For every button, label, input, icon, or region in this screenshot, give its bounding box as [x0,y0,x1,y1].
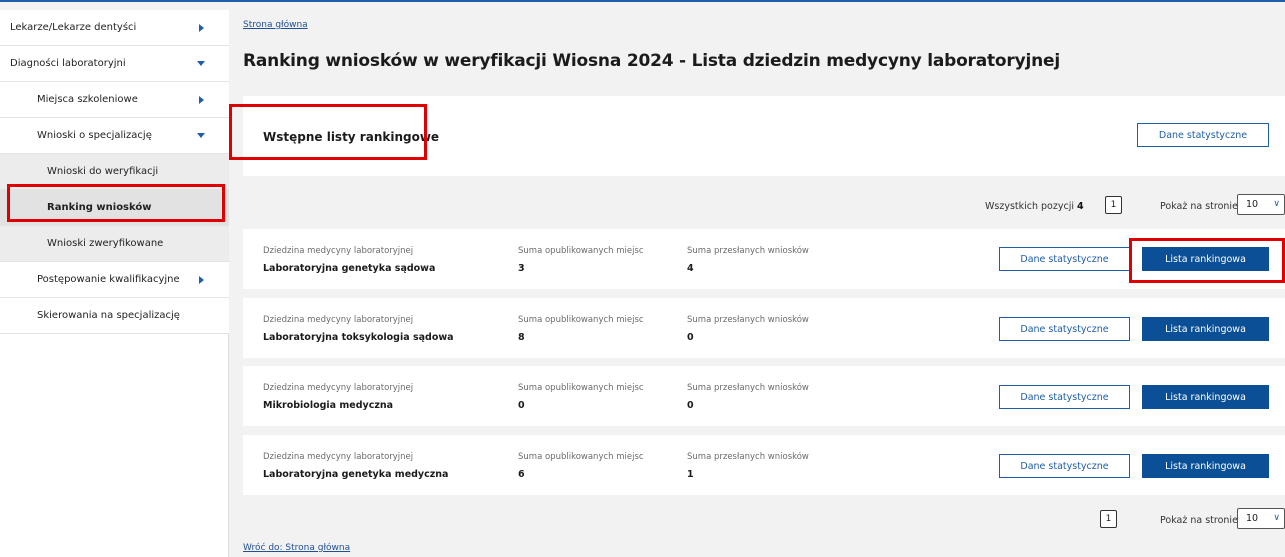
chevron-down-icon [197,132,205,140]
page-number-input[interactable]: 1 [1105,196,1122,214]
section-title: Wstępne listy rankingowe [263,130,440,144]
sidebar-item-label: Lekarze/Lekarze dentyści [10,22,137,33]
places-label: Suma opublikowanych miejsc [518,383,644,393]
field-value: Laboratoryjna genetyka sądowa [263,263,436,274]
applications-value: 1 [687,469,694,480]
breadcrumb[interactable]: Strona główna [243,20,308,30]
field-value: Laboratoryjna toksykologia sądowa [263,332,454,343]
ranking-list-button[interactable]: Lista rankingowa [1142,247,1269,271]
field-label: Dziedzina medycyny laboratoryjnej [263,452,414,462]
places-value: 0 [518,400,525,411]
applications-value: 0 [687,332,694,343]
sidebar-item-ranking-wnioskow[interactable]: Ranking wniosków [0,190,229,226]
sidebar-item-wnioski-zweryfikowane[interactable]: Wnioski zweryfikowane [0,226,229,262]
total-count: Wszystkich pozycji 4 [985,201,1084,212]
places-value: 3 [518,263,525,274]
applications-value: 0 [687,400,694,411]
field-label: Dziedzina medycyny laboratoryjnej [263,315,414,325]
top-accent-line [0,0,1285,2]
sidebar-item-label: Skierowania na specjalizację [37,310,180,321]
sidebar-item-diagnosci[interactable]: Diagności laboratoryjni [0,46,229,82]
per-page-label-bottom: Pokaż na stronie [1160,515,1238,526]
sidebar-item-skierowania[interactable]: Skierowania na specjalizację [0,298,229,334]
page-title: Ranking wniosków w weryfikacji Wiosna 20… [243,51,1060,71]
chevron-down-icon: ∨ [1273,199,1280,209]
sidebar-item-postepowanie-kwalifikacyjne[interactable]: Postępowanie kwalifikacyjne [0,262,229,298]
stats-button[interactable]: Dane statystyczne [999,317,1130,341]
per-page-value: 10 [1246,513,1259,524]
places-label: Suma opublikowanych miejsc [518,246,644,256]
sidebar-item-lekarze[interactable]: Lekarze/Lekarze dentyści [0,10,229,46]
ranking-list-button[interactable]: Lista rankingowa [1142,317,1269,341]
applications-label: Suma przesłanych wniosków [687,246,809,256]
places-value: 6 [518,469,525,480]
sidebar-item-label: Diagności laboratoryjni [10,58,126,69]
field-value: Laboratoryjna genetyka medyczna [263,469,449,480]
list-item: Dziedzina medycyny laboratoryjnej Labora… [243,435,1285,495]
page-number-input-bottom[interactable]: 1 [1100,510,1117,528]
chevron-right-icon [197,95,205,104]
sidebar: Lekarze/Lekarze dentyści Diagności labor… [0,10,229,557]
list-item: Dziedzina medycyny laboratoryjnej Mikrob… [243,366,1285,426]
field-label: Dziedzina medycyny laboratoryjnej [263,246,414,256]
ranking-list-button[interactable]: Lista rankingowa [1142,454,1269,478]
sidebar-item-label: Wnioski do weryfikacji [47,166,159,177]
places-label: Suma opublikowanych miejsc [518,452,644,462]
applications-label: Suma przesłanych wniosków [687,315,809,325]
chevron-down-icon [197,60,205,68]
sidebar-item-wnioski-o-specjalizacje[interactable]: Wnioski o specjalizację [0,118,229,154]
back-link[interactable]: Wróć do: Strona główna [243,543,350,553]
places-value: 8 [518,332,525,343]
total-count-label: Wszystkich pozycji [985,201,1074,212]
sidebar-item-label: Ranking wniosków [47,202,152,213]
chevron-right-icon [197,23,205,32]
per-page-select[interactable]: 10 ∨ [1237,194,1285,215]
field-label: Dziedzina medycyny laboratoryjnej [263,383,414,393]
sidebar-item-miejsca-szkoleniowe[interactable]: Miejsca szkoleniowe [0,82,229,118]
list-item: Dziedzina medycyny laboratoryjnej Labora… [243,298,1285,358]
stats-button[interactable]: Dane statystyczne [999,385,1130,409]
sidebar-item-label: Wnioski zweryfikowane [47,238,164,249]
field-value: Mikrobiologia medyczna [263,400,394,411]
applications-value: 4 [687,263,694,274]
chevron-down-icon: ∨ [1273,513,1280,523]
section-stats-button[interactable]: Dane statystyczne [1137,123,1269,147]
sidebar-item-label: Miejsca szkoleniowe [37,94,138,105]
chevron-right-icon [197,275,205,284]
total-count-value: 4 [1077,201,1084,212]
sidebar-item-label: Postępowanie kwalifikacyjne [37,274,180,285]
applications-label: Suma przesłanych wniosków [687,452,809,462]
sidebar-item-label: Wnioski o specjalizację [37,130,152,141]
list-item: Dziedzina medycyny laboratoryjnej Labora… [243,229,1285,289]
applications-label: Suma przesłanych wniosków [687,383,809,393]
stats-button[interactable]: Dane statystyczne [999,454,1130,478]
sidebar-item-wnioski-do-weryfikacji[interactable]: Wnioski do weryfikacji [0,154,229,190]
per-page-value: 10 [1246,199,1259,210]
per-page-select-bottom[interactable]: 10 ∨ [1237,508,1285,529]
places-label: Suma opublikowanych miejsc [518,315,644,325]
stats-button[interactable]: Dane statystyczne [999,247,1130,271]
ranking-list-button[interactable]: Lista rankingowa [1142,385,1269,409]
per-page-label: Pokaż na stronie [1160,201,1238,212]
